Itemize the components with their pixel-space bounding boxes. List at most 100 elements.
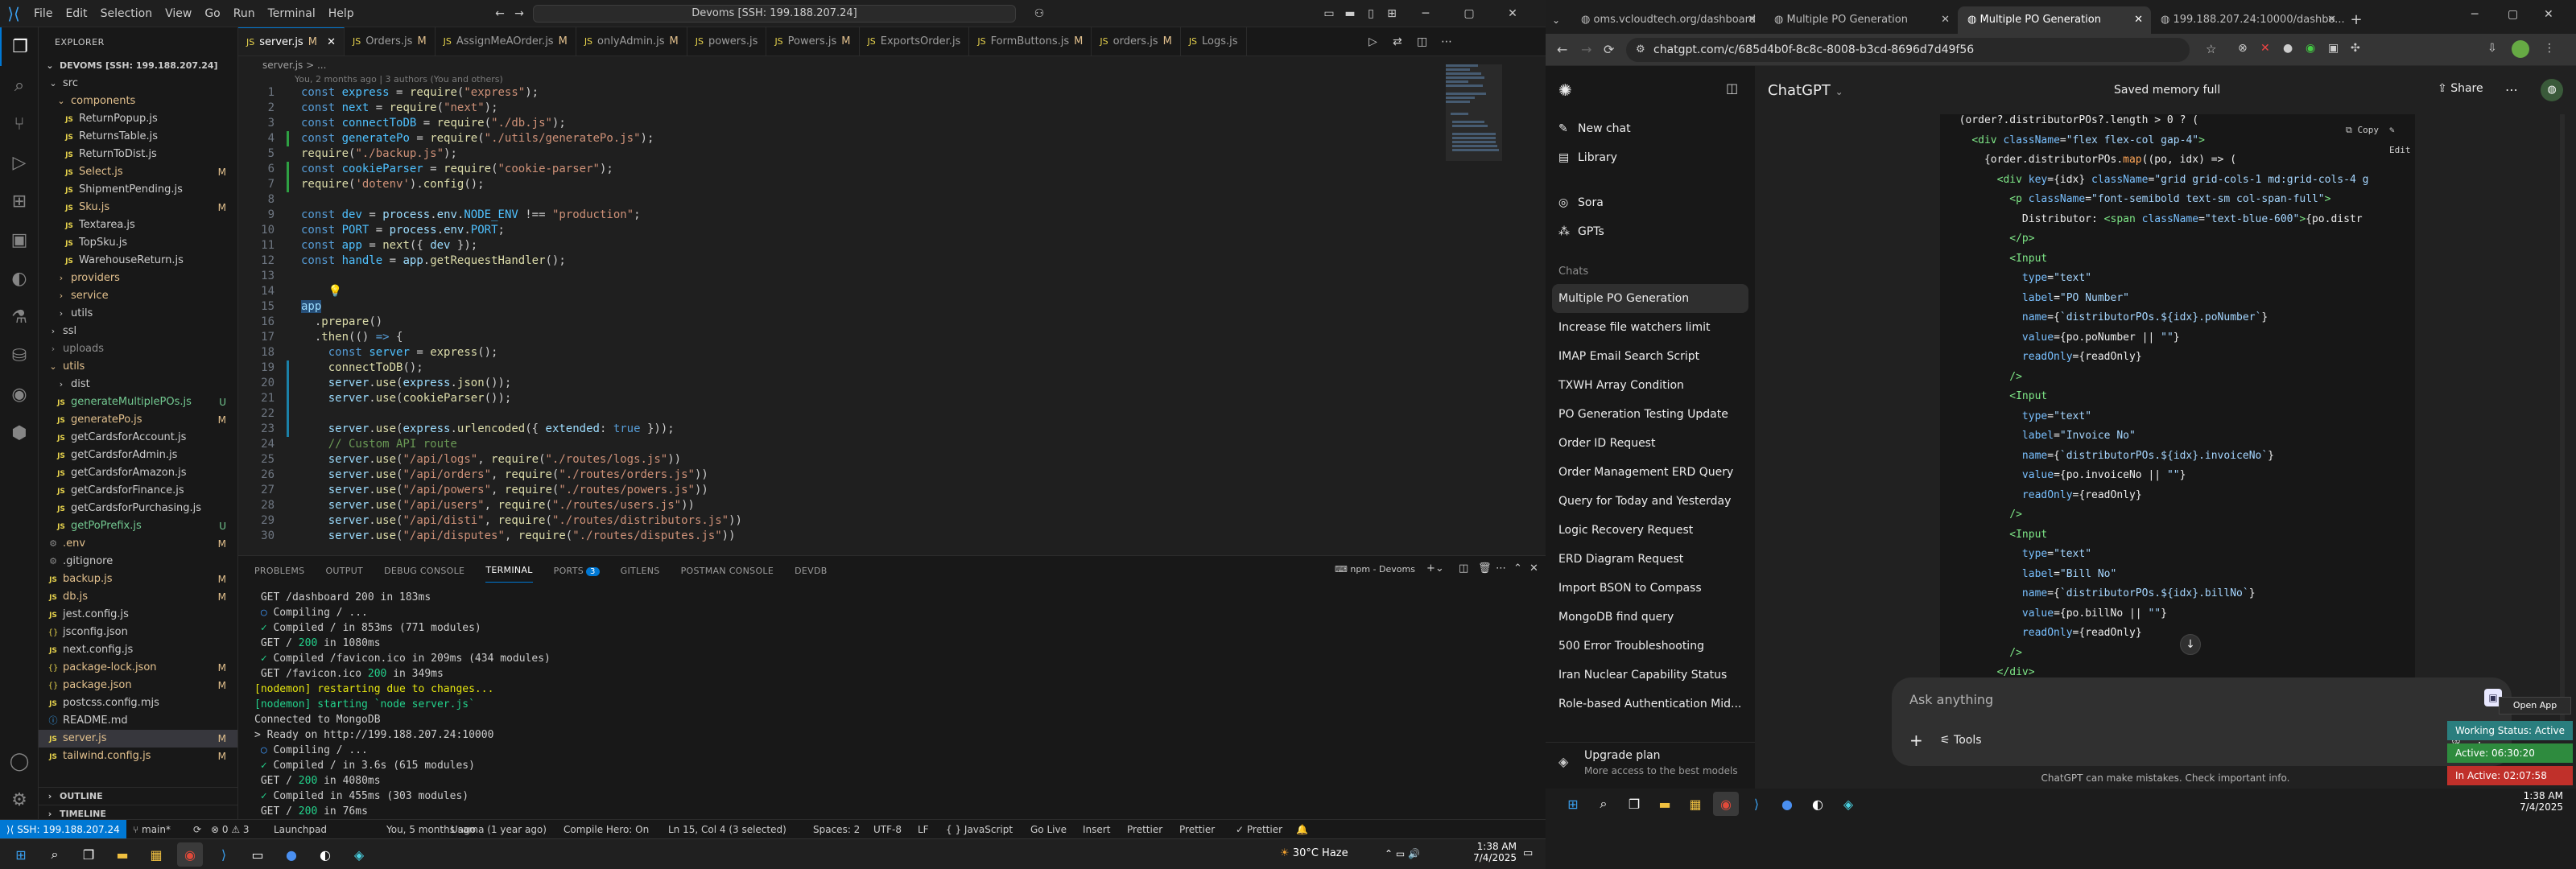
editor-tab[interactable]: JS powers.js — [687, 27, 767, 56]
back-icon[interactable]: ← — [1557, 42, 1567, 57]
back-arrow-icon[interactable]: ← — [491, 5, 509, 23]
sora-button[interactable]: ◎ Sora — [1546, 188, 1755, 217]
upgrade-plan-button[interactable]: ◈ Upgrade plan More access to the best m… — [1546, 742, 1755, 789]
search-icon[interactable]: ⌕ — [0, 66, 39, 105]
close-icon[interactable]: ✕ — [1504, 5, 1521, 23]
profile-avatar[interactable] — [2512, 40, 2529, 58]
code-line[interactable]: 24 // Custom API route — [238, 437, 1446, 452]
terminal-name[interactable]: ⌨ npm - Devoms — [1335, 564, 1415, 575]
tree-item[interactable]: JS getCardsforFinance.js — [39, 482, 237, 500]
breadcrumb[interactable]: server.js > ... — [262, 60, 326, 71]
code-line[interactable]: 9 const dev = process.env.NODE_ENV !== "p… — [238, 208, 1446, 223]
library-button[interactable]: ▤ Library — [1546, 143, 1755, 172]
minimap[interactable] — [1446, 64, 1502, 241]
tab-ports[interactable]: PORTS 3 — [554, 559, 600, 583]
prettier-status-2[interactable]: Prettier — [1179, 820, 1215, 839]
taskbar-search-icon[interactable]: ⌕ — [1591, 792, 1616, 816]
tree-item[interactable]: JS tailwind.config.js M — [39, 748, 237, 765]
forward-arrow-icon[interactable]: → — [510, 5, 528, 23]
tree-item[interactable]: {} package-lock.json M — [39, 659, 237, 677]
tab-devdb[interactable]: DEVDB — [795, 559, 827, 583]
chrome-taskbar-icon[interactable]: ◉ — [1713, 792, 1739, 816]
windows-start-icon[interactable]: ⊞ — [1560, 792, 1586, 816]
chat-history-item[interactable]: Iran Nuclear Capability Status — [1546, 661, 1755, 690]
code-editor[interactable]: 1 const express = require("express"); 2 con… — [238, 85, 1446, 544]
taskbar-search-icon[interactable]: ⌕ — [42, 842, 68, 867]
extensions-puzzle-icon[interactable]: ✣ — [2351, 42, 2360, 55]
maximize-icon[interactable]: ▢ — [1460, 5, 1478, 23]
zoom-taskbar-icon[interactable]: ● — [279, 842, 304, 867]
remote-indicator[interactable]: ⟩⟨ SSH: 199.188.207.24 — [0, 820, 126, 839]
tree-item[interactable]: JS getPoPrefix.js U — [39, 517, 237, 535]
tree-item[interactable]: JS WarehouseReturn.js — [39, 252, 237, 270]
file-explorer-icon[interactable]: ▬ — [1652, 792, 1678, 816]
run-debug-icon[interactable]: ▷ — [0, 143, 39, 182]
extension-1-icon[interactable]: ⊗ — [2238, 42, 2248, 55]
edit-button[interactable]: ✎ Edit — [2386, 121, 2415, 160]
browser-tab[interactable]: ◍ 199.188.207.24:10000/dashbo... ✕ — [2151, 6, 2344, 34]
reload-icon[interactable]: ⟳ — [1604, 42, 1614, 57]
tree-item[interactable]: JS backup.js M — [39, 570, 237, 588]
new-tab-icon[interactable]: + — [2344, 6, 2368, 34]
new-terminal-icon[interactable]: +⌄ — [1426, 562, 1444, 575]
tree-item[interactable]: JS Sku.js M — [39, 199, 237, 216]
vscode-taskbar-icon[interactable]: ⟩ — [1744, 792, 1769, 816]
close-panel-icon[interactable]: ✕ — [1530, 562, 1538, 575]
tree-item[interactable]: JS db.js M — [39, 588, 237, 606]
code-line[interactable]: 7 require('dotenv').config(); — [238, 177, 1446, 192]
tab-gitlens[interactable]: GITLENS — [621, 559, 660, 583]
code-line[interactable]: 5 require("./backup.js"); — [238, 146, 1446, 162]
tree-item[interactable]: {} jsconfig.json — [39, 624, 237, 641]
split-editor-icon[interactable]: ◫ — [1417, 35, 1427, 48]
code-line[interactable]: 21 server.use(cookieParser()); — [238, 391, 1446, 406]
app-taskbar-icon[interactable]: ◐ — [312, 842, 338, 867]
source-control-icon[interactable]: ⑂ — [0, 105, 39, 143]
prettier-status-1[interactable]: Prettier — [1127, 820, 1162, 839]
tree-item[interactable]: ⓘ README.md — [39, 712, 237, 730]
close-tab-icon[interactable]: ✕ — [2327, 6, 2336, 34]
tab-problems[interactable]: PROBLEMS — [254, 559, 304, 583]
code-line[interactable]: 10 const PORT = process.env.PORT; — [238, 223, 1446, 238]
tree-item[interactable]: › uploads — [39, 340, 237, 358]
editor-tab[interactable]: JS onlyAdmin.js M — [576, 27, 687, 56]
browser-tab[interactable]: ◍ oms.vcloudtech.org/dashboard ✕ — [1571, 6, 1765, 34]
store-icon[interactable]: ▦ — [143, 842, 169, 867]
layout-icon[interactable]: ⊞ — [1383, 5, 1401, 23]
git-compare-icon[interactable]: ⇄ — [1393, 35, 1402, 48]
clock-right[interactable]: 1:38 AM 7/4/2025 — [2512, 790, 2563, 813]
code-line[interactable]: 1 const express = require("express"); — [238, 85, 1446, 101]
chat-scrollbar[interactable] — [2560, 114, 2565, 726]
vscode-taskbar-icon[interactable]: ⟩ — [211, 842, 237, 867]
tab-postman-console[interactable]: POSTMAN CONSOLE — [681, 559, 774, 583]
tab-terminal[interactable]: TERMINAL — [485, 558, 533, 583]
task-view-icon[interactable]: ❐ — [76, 842, 101, 867]
extension-2-icon[interactable]: ✕ — [2260, 42, 2270, 55]
launchpad-status[interactable]: Launchpad — [274, 820, 327, 839]
chat-history-item[interactable]: Logic Recovery Request — [1546, 516, 1755, 545]
other-app-taskbar-icon[interactable]: ◈ — [346, 842, 372, 867]
code-line[interactable]: 25 server.use("/api/logs", require("./ro… — [238, 452, 1446, 467]
run-icon[interactable]: ▷ — [1368, 35, 1377, 48]
editor-tab[interactable]: JS Logs.js — [1181, 27, 1247, 56]
chat-options-icon[interactable]: ⋯ — [2505, 82, 2518, 97]
editor-tab[interactable]: JS FormButtons.js M — [969, 27, 1092, 56]
prettier-status-3[interactable]: ✓ Prettier — [1236, 820, 1282, 839]
chrome-close-icon[interactable]: ✕ — [2544, 8, 2553, 21]
code-line[interactable]: 17 .then(() => { — [238, 330, 1446, 345]
chat-history-item[interactable]: IMAP Email Search Script — [1546, 342, 1755, 371]
chrome-taskbar-icon[interactable]: ◉ — [177, 842, 203, 867]
menu-selection[interactable]: Selection — [94, 0, 159, 27]
tree-item[interactable]: ⌄ src — [39, 75, 237, 93]
model-selector[interactable]: ChatGPT ⌄ — [1768, 82, 1843, 99]
menu-edit[interactable]: Edit — [59, 0, 93, 27]
tree-item[interactable]: JS jest.config.js — [39, 606, 237, 624]
manage-gear-icon[interactable]: ⚙ — [0, 780, 39, 819]
chat-history-item[interactable]: Role-based Authentication Mid... — [1546, 690, 1755, 719]
code-line[interactable]: 26 server.use("/api/orders", require("./… — [238, 467, 1446, 483]
tree-item[interactable]: JS postcss.config.mjs — [39, 694, 237, 712]
close-tab-icon[interactable]: ✕ — [1748, 6, 1757, 34]
chat-history-item[interactable]: Order Management ERD Query — [1546, 458, 1755, 487]
encoding-status[interactable]: UTF-8 — [873, 820, 902, 839]
tree-item[interactable]: ⌄ utils — [39, 358, 237, 376]
site-info-icon[interactable]: ⚙ — [1636, 38, 1645, 62]
